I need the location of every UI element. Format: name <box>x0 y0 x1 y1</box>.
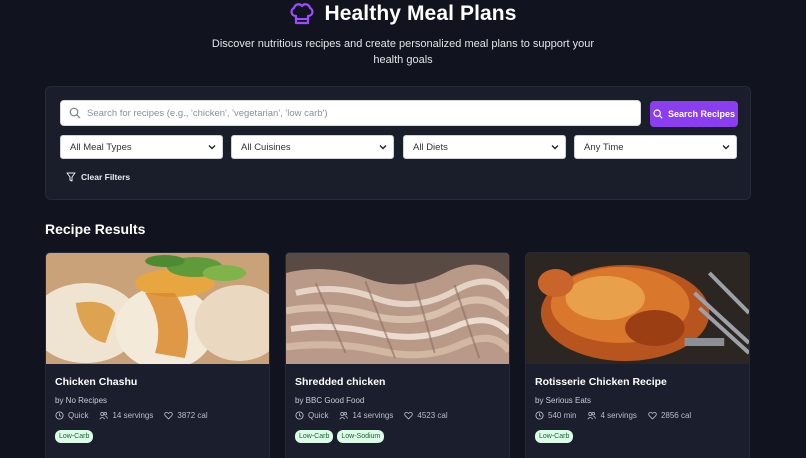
recipe-title[interactable]: Shredded chicken <box>295 376 385 388</box>
recipe-time: Quick <box>308 411 329 420</box>
time-value: Any Time <box>584 141 624 153</box>
recipe-source: by Serious Eats <box>535 396 592 405</box>
filter-icon <box>66 172 76 182</box>
chevron-down-icon <box>379 145 387 150</box>
recipe-title[interactable]: Chicken Chashu <box>55 376 137 388</box>
heart-icon <box>164 411 174 420</box>
diet-tag: Low-Carb <box>535 430 574 443</box>
recipe-image <box>526 253 749 364</box>
search-input[interactable] <box>87 107 627 119</box>
recipe-image <box>286 253 509 364</box>
recipe-tags: Low-Carb Low-Sodium <box>295 430 385 443</box>
recipe-calories: 2856 cal <box>660 411 692 420</box>
diet-tag: Low-Sodium <box>337 430 385 443</box>
title-row: Healthy Meal Plans <box>0 0 806 28</box>
clear-filters-label: Clear Filters <box>81 172 131 182</box>
results-heading: Recipe Results <box>45 221 146 237</box>
users-icon <box>339 412 349 420</box>
recipe-source: by BBC Good Food <box>295 396 365 405</box>
chevron-down-icon <box>208 145 216 150</box>
recipe-servings: 14 servings <box>352 411 394 420</box>
recipe-meta: Quick 14 servings 4523 cal <box>295 411 448 420</box>
heart-icon <box>648 411 657 420</box>
diet-value: All Diets <box>413 141 448 153</box>
recipe-source: by No Recipes <box>55 396 108 405</box>
recipe-servings: 14 servings <box>112 411 154 420</box>
recipe-image <box>46 253 269 364</box>
cuisine-value: All Cuisines <box>241 141 291 153</box>
clock-icon <box>55 411 64 420</box>
users-icon <box>99 412 109 420</box>
page-title: Healthy Meal Plans <box>324 2 517 25</box>
chevron-down-icon <box>722 145 730 150</box>
heart-icon <box>404 411 414 420</box>
clock-icon <box>535 411 544 420</box>
clock-icon <box>295 411 304 420</box>
recipe-meta: 540 min 4 servings 2856 cal <box>535 411 691 420</box>
recipe-card[interactable]: Rotisserie Chicken Recipe by Serious Eat… <box>525 252 750 458</box>
recipe-time: Quick <box>68 411 89 420</box>
search-icon <box>69 107 81 119</box>
search-recipes-button[interactable]: Search Recipes <box>650 101 738 127</box>
search-panel: Search Recipes All Meal Types All Cuisin… <box>45 86 751 200</box>
page-subtitle: Discover nutritious recipes and create p… <box>211 38 595 66</box>
meal-type-select[interactable]: All Meal Types <box>60 135 223 159</box>
recipe-card[interactable]: Shredded chicken by BBC Good Food Quick … <box>285 252 510 458</box>
recipe-time: 540 min <box>548 411 577 420</box>
users-icon <box>587 412 597 420</box>
diet-tag: Low-Carb <box>295 430 334 443</box>
diet-tag: Low-Carb <box>55 430 94 443</box>
recipe-tags: Low-Carb <box>55 430 94 443</box>
recipe-card[interactable]: Chicken Chashu by No Recipes Quick 14 se… <box>45 252 270 458</box>
chef-hat-icon <box>290 3 315 25</box>
recipe-tags: Low-Carb <box>535 430 574 443</box>
meal-type-value: All Meal Types <box>70 141 132 153</box>
search-icon <box>653 109 663 119</box>
cuisine-select[interactable]: All Cuisines <box>231 135 394 159</box>
time-select[interactable]: Any Time <box>574 135 737 159</box>
search-box[interactable] <box>60 100 641 126</box>
recipe-meta: Quick 14 servings 3872 cal <box>55 411 208 420</box>
chevron-down-icon <box>551 145 559 150</box>
diet-select[interactable]: All Diets <box>403 135 566 159</box>
recipe-servings: 4 servings <box>600 411 637 420</box>
clear-filters-button[interactable]: Clear Filters <box>66 172 130 182</box>
recipe-calories: 3872 cal <box>177 411 208 420</box>
recipe-calories: 4523 cal <box>417 411 448 420</box>
recipe-title[interactable]: Rotisserie Chicken Recipe <box>535 376 667 388</box>
search-button-label: Search Recipes <box>667 109 736 119</box>
